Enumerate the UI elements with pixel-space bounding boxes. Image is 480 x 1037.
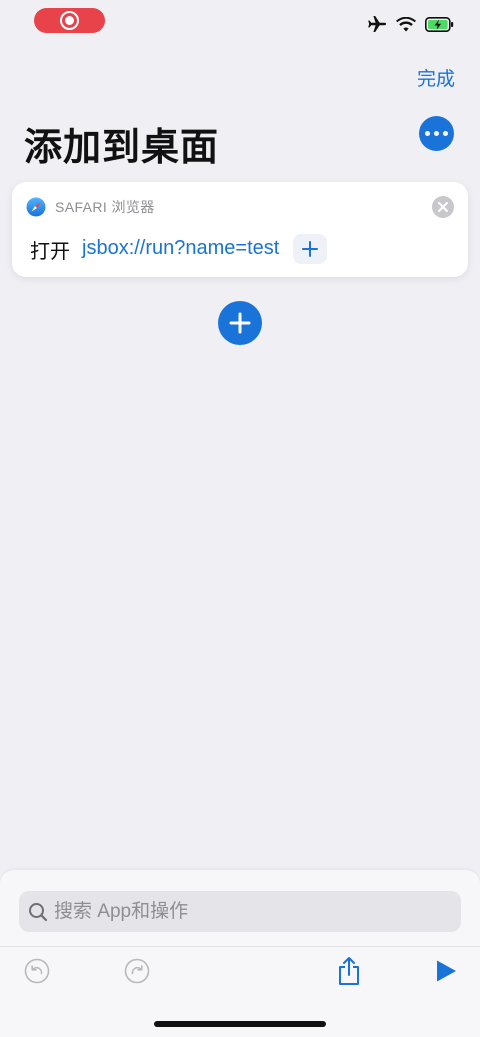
search-input[interactable] (54, 900, 434, 923)
more-icon-dot (434, 131, 439, 136)
screen-recording-indicator[interactable] (34, 8, 105, 33)
share-button[interactable] (336, 956, 362, 989)
clear-icon (438, 202, 448, 212)
search-icon (29, 902, 48, 921)
done-button[interactable]: 完成 (417, 64, 455, 91)
remove-action-button[interactable] (432, 196, 454, 218)
app-label: SAFARI 浏览器 (55, 199, 155, 215)
play-icon (437, 960, 456, 982)
battery-charging-icon (425, 16, 454, 32)
status-bar-icons (367, 15, 454, 33)
wifi-icon (396, 16, 416, 31)
record-icon (60, 11, 79, 30)
airplane-icon (368, 16, 386, 32)
action-parameters: 打开 jsbox://run?name=test (30, 234, 328, 264)
open-url-action-card[interactable]: SAFARI 浏览器 打开 jsbox://run?name=test (12, 182, 468, 277)
safari-icon (26, 197, 46, 217)
shortcut-editor-screen: 完成 添加到桌面 SAFARI 浏览器 打开 jsbox://run?name=… (0, 0, 480, 1037)
url-token[interactable]: jsbox://run?name=test (76, 235, 286, 263)
action-header: SAFARI 浏览器 (26, 197, 155, 217)
more-options-button[interactable] (419, 116, 454, 151)
more-icon-dot (443, 131, 448, 136)
redo-button[interactable] (124, 958, 150, 987)
toolbar-divider (0, 946, 480, 947)
page-title: 添加到桌面 (24, 127, 220, 169)
search-bar[interactable] (19, 891, 461, 932)
add-variable-button[interactable] (293, 234, 328, 264)
run-button[interactable] (434, 959, 458, 986)
action-verb: 打开 (30, 240, 70, 263)
undo-icon (24, 958, 50, 984)
redo-icon (124, 958, 150, 984)
plus-icon (229, 312, 251, 334)
more-icon (425, 131, 430, 136)
home-indicator[interactable] (154, 1021, 326, 1027)
undo-button[interactable] (24, 958, 50, 987)
share-icon (339, 957, 359, 985)
actions-sheet (0, 870, 480, 1037)
plus-icon (302, 241, 319, 257)
add-action-button[interactable] (218, 301, 262, 345)
